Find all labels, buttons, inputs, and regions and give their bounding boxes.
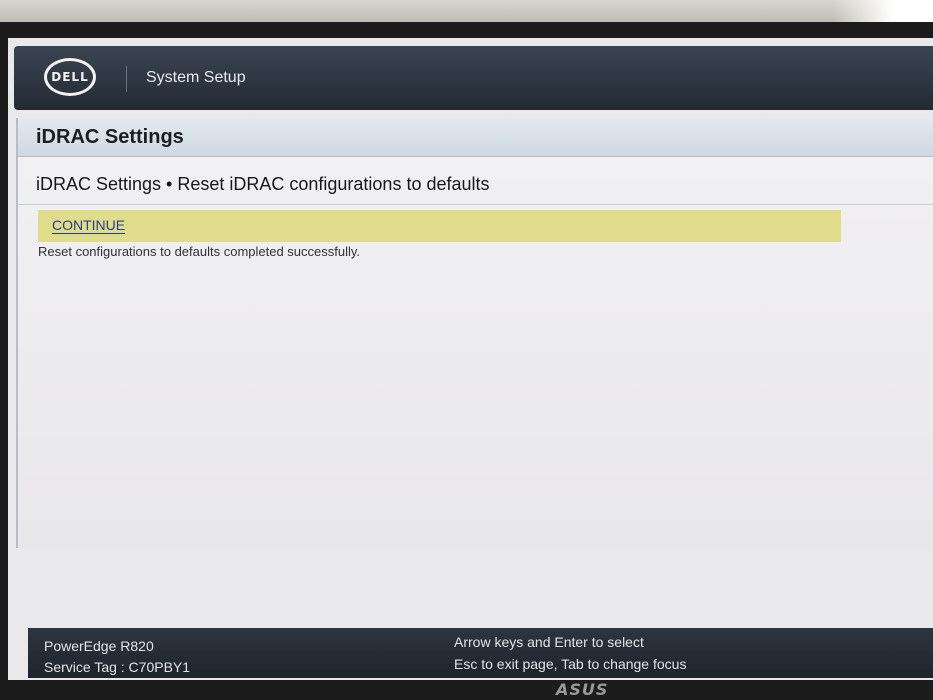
footer-bar: PowerEdge R820 Service Tag : C70PBY1 Arr… (28, 628, 933, 678)
dell-logo-text: DELL (51, 70, 89, 84)
header-title: System Setup (146, 69, 246, 86)
footer-service-tag: Service Tag : C70PBY1 (44, 659, 191, 675)
ceiling-light (833, 0, 933, 22)
dell-logo: DELL (44, 58, 96, 96)
monitor-screen: DELL System Setup iDRAC Settings iDRAC S… (8, 38, 933, 680)
system-setup-header: DELL System Setup (14, 46, 933, 110)
header-divider (126, 66, 127, 92)
page-title: iDRAC Settings (36, 126, 184, 148)
ceiling-background (0, 0, 933, 22)
footer-model: PowerEdge R820 (44, 638, 154, 654)
breadcrumb: iDRAC Settings • Reset iDRAC configurati… (36, 174, 490, 194)
section-title-bar: iDRAC Settings (18, 118, 933, 157)
asus-logo: ASUS (556, 680, 609, 699)
footer-hint-select: Arrow keys and Enter to select (454, 634, 644, 650)
footer-hint-exit: Esc to exit page, Tab to change focus (454, 656, 687, 672)
status-message: Reset configurations to defaults complet… (38, 244, 361, 259)
continue-row[interactable]: CONTINUE (38, 210, 841, 242)
breadcrumb-divider (18, 204, 933, 205)
content-panel: iDRAC Settings iDRAC Settings • Reset iD… (16, 118, 933, 548)
continue-button[interactable]: CONTINUE (52, 217, 126, 234)
